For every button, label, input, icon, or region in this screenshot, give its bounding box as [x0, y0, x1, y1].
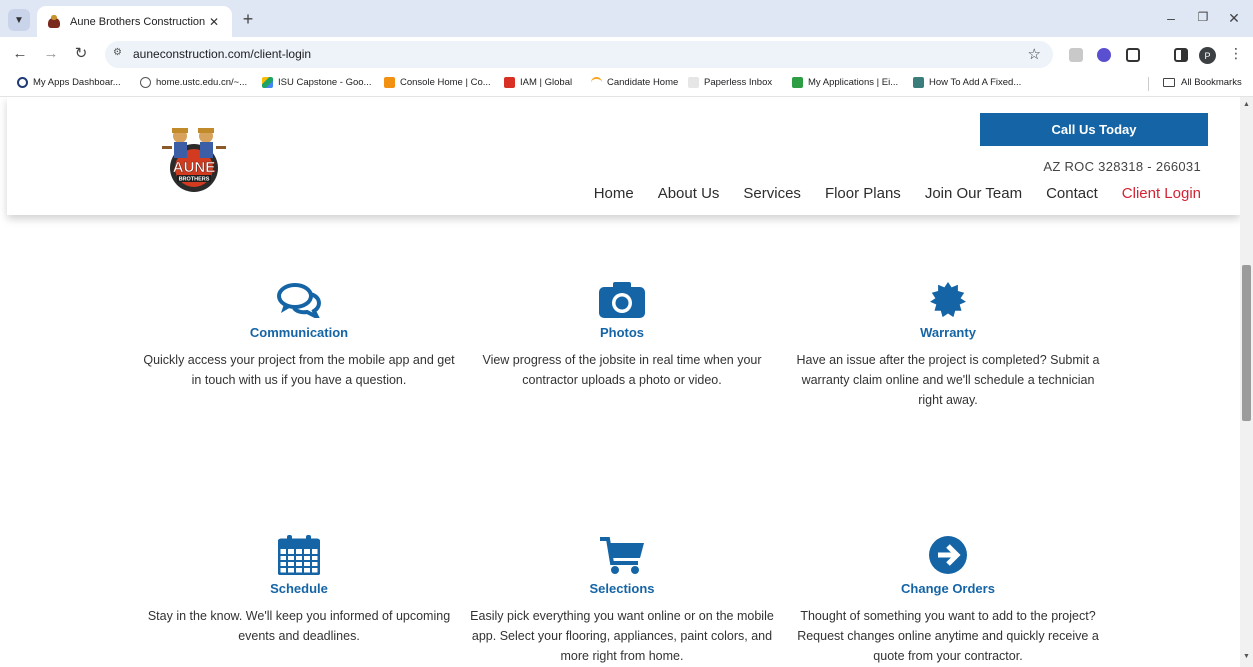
bookmark-item[interactable]: Console Home | Co... [384, 77, 491, 88]
restore-icon[interactable]: ❐ [1193, 10, 1213, 24]
calendar-icon [278, 535, 320, 575]
bookmark-star-icon[interactable]: ☆ [1028, 45, 1041, 63]
bookmarks-divider [1148, 77, 1149, 91]
logo-wordmark: AUNE [173, 159, 216, 176]
feature-communication: Communication Quickly access your projec… [139, 282, 459, 390]
bookmark-label: Paperless Inbox [704, 77, 773, 88]
drive-icon [262, 77, 273, 88]
browser-menu-icon[interactable]: ⋮ [1229, 45, 1243, 62]
bookmark-item[interactable]: Paperless Inbox [688, 77, 772, 88]
bookmarks-bar: My Apps Dashboar... home.ustc.edu.cn/~..… [0, 71, 1253, 97]
all-bookmarks-button[interactable]: All Bookmarks [1163, 77, 1242, 88]
chat-bubbles-icon [277, 283, 321, 318]
bookmark-label: home.ustc.edu.cn/~... [156, 77, 248, 88]
feature-title: Warranty [920, 325, 976, 340]
bookmark-label: My Applications | Ei... [808, 77, 899, 88]
feature-schedule: Schedule Stay in the know. We'll keep yo… [139, 535, 459, 646]
feature-warranty: Warranty Have an issue after the project… [788, 282, 1108, 410]
bookmark-item[interactable]: Candidate Home [591, 77, 678, 88]
feature-selections: Selections Easily pick everything you wa… [462, 535, 782, 666]
site-header: AUNE BROTHERS Call Us Today AZ ROC 32831… [7, 97, 1240, 215]
nav-home[interactable]: Home [594, 185, 634, 202]
shopping-cart-icon [600, 537, 644, 574]
tab-search-chevron-icon[interactable]: ▼ [8, 9, 30, 31]
extensions-puzzle-icon[interactable] [1126, 48, 1140, 62]
bookmark-label: My Apps Dashboar... [33, 77, 121, 88]
feature-title: Communication [249, 325, 349, 340]
profile-avatar[interactable]: P [1199, 47, 1216, 64]
main-nav: Home About Us Services Floor Plans Join … [570, 185, 1201, 202]
bookmark-label: ISU Capstone - Goo... [278, 77, 372, 88]
tab-title: Aune Brothers Construction [70, 15, 206, 28]
bookmark-item[interactable]: home.ustc.edu.cn/~... [140, 77, 247, 88]
site-info-icon[interactable]: ⚙ [113, 47, 122, 58]
bookmark-label: Candidate Home [607, 77, 679, 88]
feature-title: Photos [599, 325, 645, 340]
bookmark-item[interactable]: IAM | Global [504, 77, 572, 88]
feature-description: Quickly access your project from the mob… [143, 353, 455, 387]
bookmark-label: Console Home | Co... [400, 77, 491, 88]
address-bar[interactable]: ⚙ auneconstruction.com/client-login ☆ [105, 41, 1053, 68]
bookmark-label: IAM | Global [520, 77, 573, 88]
bookmark-item[interactable]: My Applications | Ei... [792, 77, 898, 88]
all-bookmarks-label: All Bookmarks [1181, 77, 1242, 88]
page-viewport: AUNE BROTHERS Call Us Today AZ ROC 32831… [0, 97, 1240, 667]
feature-title: Change Orders [901, 581, 995, 596]
iam-icon [504, 77, 515, 88]
logo-subtext: BROTHERS [179, 177, 210, 183]
feature-photos: Photos View progress of the jobsite in r… [462, 282, 782, 390]
new-tab-plus-icon[interactable]: + [238, 10, 258, 28]
bookmark-item[interactable]: How To Add A Fixed... [913, 77, 1021, 88]
site-favicon-icon [47, 14, 61, 29]
bookmark-item[interactable]: My Apps Dashboar... [17, 77, 121, 88]
nav-join-our-team[interactable]: Join Our Team [925, 185, 1022, 202]
aws-cube-icon [384, 77, 395, 88]
feature-description: Have an issue after the project is compl… [796, 353, 1100, 407]
forward-arrow-icon[interactable]: → [41, 45, 61, 63]
nav-floor-plans[interactable]: Floor Plans [825, 185, 901, 202]
workday-icon [591, 77, 602, 88]
scroll-up-icon[interactable]: ▲ [1240, 101, 1253, 108]
browser-tab-active[interactable]: Aune Brothers Construction ✕ [37, 6, 232, 37]
scroll-down-icon[interactable]: ▼ [1240, 653, 1253, 660]
extension-icon[interactable] [1069, 48, 1083, 62]
feature-description: Thought of something you want to add to … [797, 609, 1099, 663]
bookmark-label: How To Add A Fixed... [929, 77, 1022, 88]
nav-contact[interactable]: Contact [1046, 185, 1098, 202]
minimize-icon[interactable]: – [1161, 10, 1181, 26]
nav-about-us[interactable]: About Us [658, 185, 720, 202]
tab-close-icon[interactable]: ✕ [206, 15, 222, 29]
scroll-thumb[interactable] [1242, 265, 1251, 421]
paperless-leaf-icon [688, 77, 699, 88]
camera-icon [599, 282, 645, 318]
reload-icon[interactable]: ↻ [71, 45, 91, 63]
folder-icon [1163, 78, 1175, 87]
back-arrow-icon[interactable]: ← [10, 45, 30, 63]
aune-brothers-logo[interactable]: AUNE BROTHERS [158, 122, 230, 194]
nav-services[interactable]: Services [743, 185, 801, 202]
nav-client-login[interactable]: Client Login [1122, 185, 1201, 202]
url-text[interactable]: auneconstruction.com/client-login [133, 47, 311, 61]
license-number: AZ ROC 328318 - 266031 [1043, 159, 1201, 174]
feature-title: Schedule [270, 581, 328, 596]
window-close-icon[interactable]: ✕ [1224, 10, 1244, 27]
feature-description: Easily pick everything you want online o… [470, 609, 774, 663]
arrow-circle-right-icon [929, 536, 967, 574]
feature-title: Selections [589, 581, 655, 596]
tool-icon [913, 77, 924, 88]
deere-icon [792, 77, 803, 88]
extension-sparkle-icon[interactable] [1097, 48, 1111, 62]
side-panel-icon[interactable] [1174, 48, 1188, 62]
browser-tab-strip: ▼ Aune Brothers Construction ✕ + – ❐ ✕ [0, 0, 1253, 37]
bookmark-item[interactable]: ISU Capstone - Goo... [262, 77, 371, 88]
bookmark-favicon-icon [17, 77, 28, 88]
call-us-button[interactable]: Call Us Today [980, 113, 1208, 146]
globe-icon [140, 77, 151, 88]
feature-description: View progress of the jobsite in real tim… [482, 353, 762, 387]
feature-change-orders: Change Orders Thought of something you w… [788, 535, 1108, 666]
feature-description: Stay in the know. We'll keep you informe… [147, 609, 451, 643]
badge-certificate-icon [930, 282, 966, 318]
page-scrollbar[interactable]: ▲ ▼ [1240, 97, 1253, 667]
browser-toolbar: ← → ↻ ⚙ auneconstruction.com/client-logi… [0, 37, 1253, 71]
